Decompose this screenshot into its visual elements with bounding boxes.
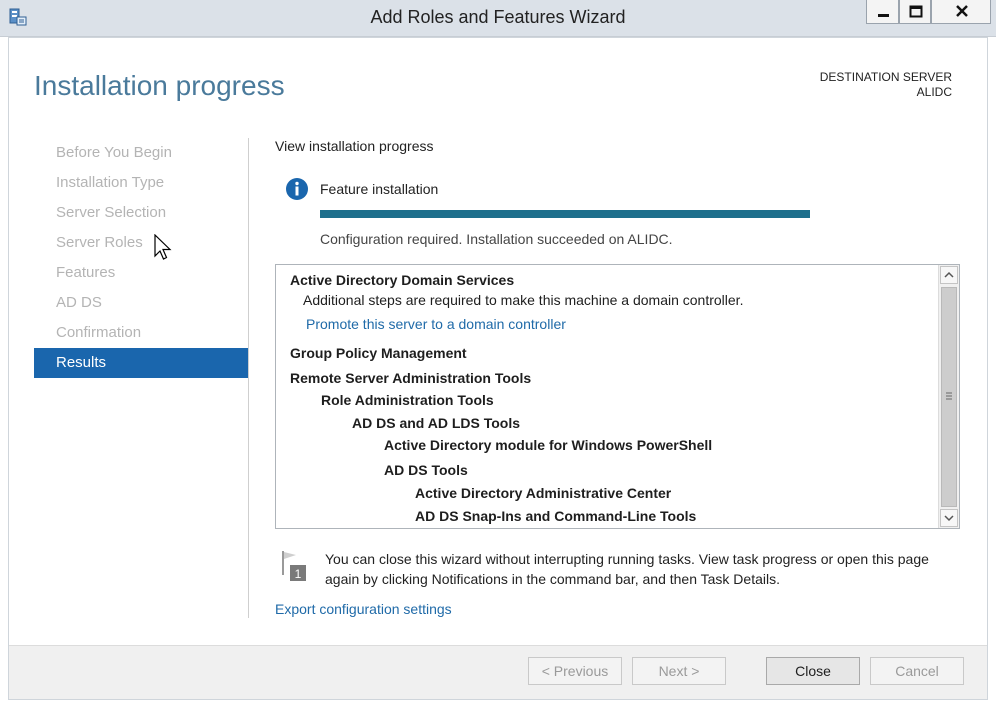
chevron-down-icon [944, 515, 954, 522]
scroll-up-button[interactable] [940, 266, 958, 284]
scroll-down-button[interactable] [940, 509, 958, 527]
maximize-button[interactable] [899, 0, 931, 24]
result-rsat: Remote Server Administration Tools [290, 370, 532, 386]
minimize-icon [878, 14, 889, 17]
info-icon [286, 178, 308, 200]
sidebar-item-before-you-begin[interactable]: Before You Begin [34, 138, 248, 168]
maximize-icon [909, 5, 923, 18]
destination-server-name: ALIDC [916, 85, 952, 99]
installation-progress-bar [320, 210, 810, 218]
wizard-steps-sidebar: Before You Begin Installation Type Serve… [34, 138, 248, 378]
sidebar-item-server-selection[interactable]: Server Selection [34, 198, 248, 228]
chevron-up-icon [944, 271, 954, 278]
results-list-box[interactable]: Active Directory Domain Services Additio… [275, 264, 960, 529]
previous-button[interactable]: < Previous [528, 657, 622, 685]
promote-dc-link[interactable]: Promote this server to a domain controll… [306, 316, 566, 332]
sidebar-item-confirmation[interactable]: Confirmation [34, 318, 248, 348]
next-button[interactable]: Next > [632, 657, 726, 685]
window-title: Add Roles and Features Wizard [370, 7, 626, 27]
installation-status-text: Configuration required. Installation suc… [320, 231, 673, 247]
cancel-button[interactable]: Cancel [870, 657, 964, 685]
sidebar-item-ad-ds[interactable]: AD DS [34, 288, 248, 318]
destination-label: DESTINATION SERVER [819, 70, 952, 84]
destination-server: DESTINATION SERVER ALIDC [820, 70, 952, 100]
minimize-button[interactable] [866, 0, 899, 24]
result-ad-ds-note: Additional steps are required to make th… [303, 292, 744, 308]
page-title: Installation progress [34, 70, 285, 101]
result-ad-ds: Active Directory Domain Services [290, 272, 515, 288]
grip-icon [946, 392, 952, 400]
notification-badge-text: 1 [295, 567, 302, 581]
result-ad-powershell-module: Active Directory module for Windows Powe… [384, 437, 713, 453]
result-ad-ds-snapins: AD DS Snap-Ins and Command-Line Tools [415, 508, 697, 524]
wizard-note-text: You can close this wizard without interr… [325, 551, 929, 587]
sidebar-item-server-roles[interactable]: Server Roles [34, 228, 248, 258]
progress-fill [320, 210, 810, 218]
sidebar-item-installation-type[interactable]: Installation Type [34, 168, 248, 198]
sidebar-item-features[interactable]: Features [34, 258, 248, 288]
feature-installation-label: Feature installation [320, 181, 439, 197]
close-button[interactable]: Close [766, 657, 860, 685]
mouse-cursor-icon [154, 234, 172, 260]
sidebar-item-results[interactable]: Results [34, 348, 248, 378]
sidebar-divider [248, 138, 249, 618]
result-role-admin-tools: Role Administration Tools [321, 392, 494, 408]
result-ad-ds-tools: AD DS Tools [384, 462, 468, 478]
results-scrollbar[interactable] [938, 265, 959, 528]
title-bar[interactable]: Add Roles and Features Wizard [0, 0, 996, 37]
section-label: View installation progress [275, 138, 434, 154]
close-icon [956, 5, 968, 17]
window-close-button[interactable] [931, 0, 991, 24]
notification-flag-icon: 1 [282, 551, 306, 581]
result-gpm: Group Policy Management [290, 345, 467, 361]
scroll-thumb[interactable] [941, 287, 957, 507]
result-ad-admin-center: Active Directory Administrative Center [415, 485, 672, 501]
export-config-link[interactable]: Export configuration settings [275, 601, 452, 617]
result-ad-ds-lds-tools: AD DS and AD LDS Tools [352, 415, 520, 431]
